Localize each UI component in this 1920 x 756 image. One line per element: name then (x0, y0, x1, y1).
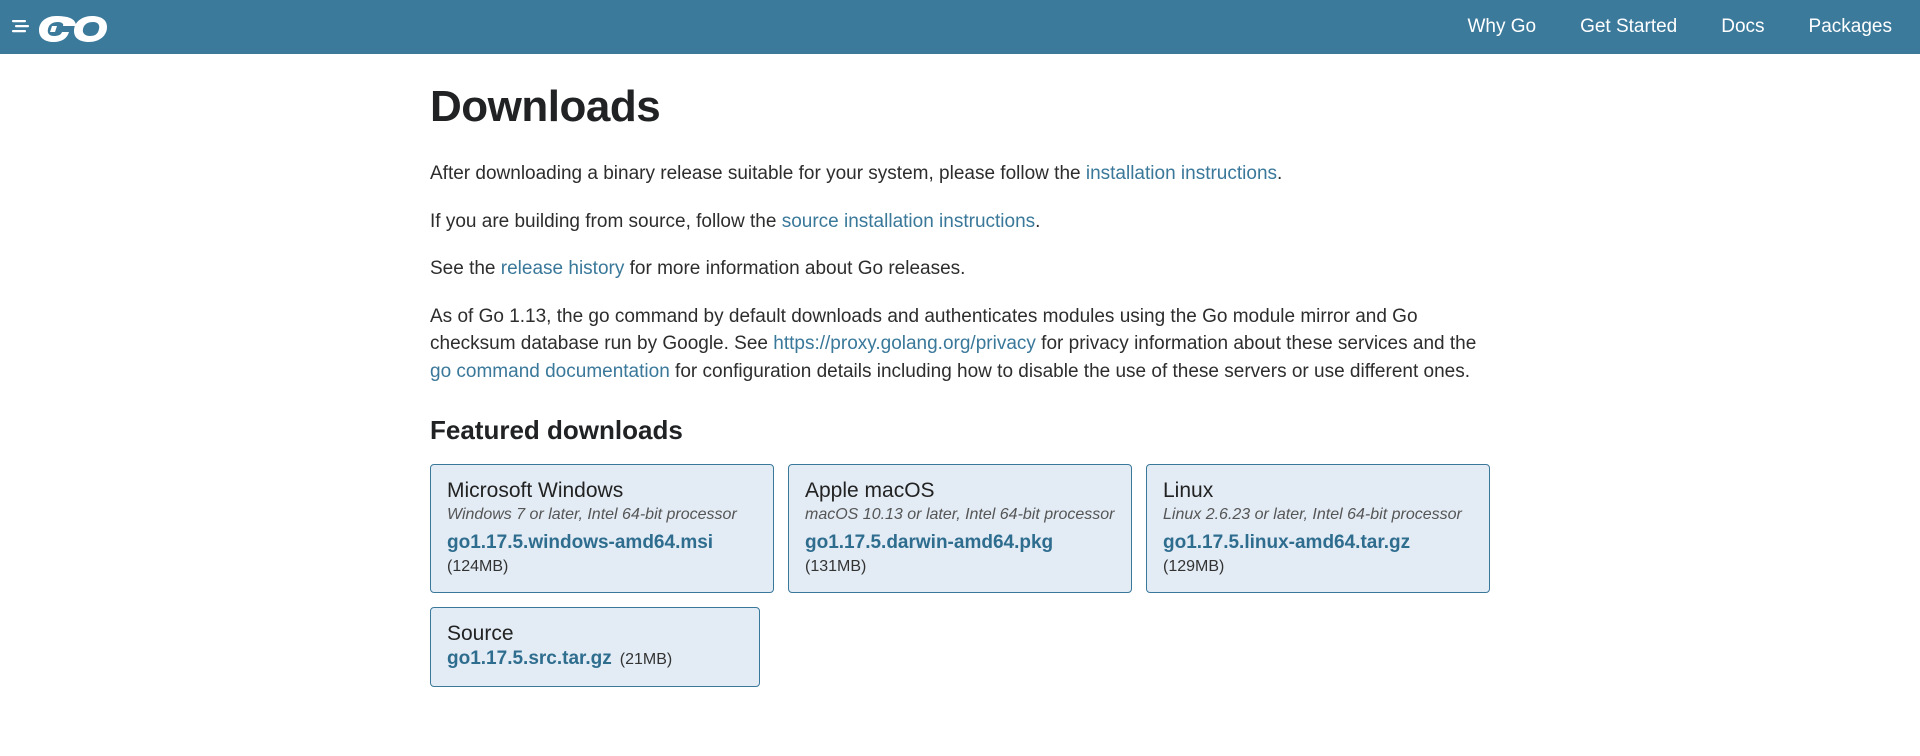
card-subtitle: Linux 2.6.23 or later, Intel 64-bit proc… (1163, 505, 1473, 526)
top-header: Why Go Get Started Docs Packages (0, 0, 1920, 54)
proxy-privacy-link[interactable]: https://proxy.golang.org/privacy (773, 333, 1036, 354)
go-logo[interactable] (12, 8, 112, 46)
card-size: (124MB) (447, 558, 757, 576)
text: for configuration details including how … (670, 361, 1470, 382)
text: See the (430, 258, 501, 279)
card-title: Apple macOS (805, 479, 1115, 503)
nav-docs[interactable]: Docs (1721, 16, 1764, 38)
card-file-link[interactable]: go1.17.5.windows-amd64.msi (447, 532, 757, 554)
release-history-link[interactable]: release history (501, 258, 625, 279)
source-install-link[interactable]: source installation instructions (782, 211, 1035, 232)
download-card-linux[interactable]: Linux Linux 2.6.23 or later, Intel 64-bi… (1146, 464, 1490, 593)
card-subtitle: Windows 7 or later, Intel 64-bit process… (447, 505, 757, 526)
card-size: (21MB) (620, 651, 672, 669)
nav-why-go[interactable]: Why Go (1467, 16, 1536, 38)
intro-para-1: After downloading a binary release suita… (430, 160, 1490, 188)
card-subtitle: macOS 10.13 or later, Intel 64-bit proce… (805, 505, 1115, 526)
top-nav: Why Go Get Started Docs Packages (1467, 16, 1892, 38)
card-file-link[interactable]: go1.17.5.src.tar.gz (447, 648, 612, 670)
card-title: Microsoft Windows (447, 479, 757, 503)
text: for privacy information about these serv… (1036, 333, 1476, 354)
card-title: Linux (1163, 479, 1473, 503)
download-card-source[interactable]: Source go1.17.5.src.tar.gz (21MB) (430, 607, 760, 687)
card-size: (131MB) (805, 558, 1115, 576)
text: . (1035, 211, 1040, 232)
card-file-link[interactable]: go1.17.5.darwin-amd64.pkg (805, 532, 1115, 554)
featured-downloads-heading: Featured downloads (430, 415, 1490, 446)
intro-para-3: See the release history for more informa… (430, 255, 1490, 283)
text: for more information about Go releases. (624, 258, 965, 279)
go-command-docs-link[interactable]: go command documentation (430, 361, 670, 382)
nav-packages[interactable]: Packages (1809, 16, 1892, 38)
intro-para-2: If you are building from source, follow … (430, 208, 1490, 236)
install-instructions-link[interactable]: installation instructions (1086, 163, 1277, 184)
nav-get-started[interactable]: Get Started (1580, 16, 1677, 38)
card-size: (129MB) (1163, 558, 1473, 576)
card-file-link[interactable]: go1.17.5.linux-amd64.tar.gz (1163, 532, 1473, 554)
download-card-macos[interactable]: Apple macOS macOS 10.13 or later, Intel … (788, 464, 1132, 593)
download-card-windows[interactable]: Microsoft Windows Windows 7 or later, In… (430, 464, 774, 593)
main-content: Downloads After downloading a binary rel… (260, 54, 1660, 727)
text: . (1277, 163, 1282, 184)
page-title: Downloads (430, 82, 1490, 132)
card-title: Source (447, 622, 743, 646)
text: After downloading a binary release suita… (430, 163, 1086, 184)
download-cards: Microsoft Windows Windows 7 or later, In… (430, 464, 1490, 687)
intro-para-4: As of Go 1.13, the go command by default… (430, 303, 1490, 386)
text: If you are building from source, follow … (430, 211, 782, 232)
